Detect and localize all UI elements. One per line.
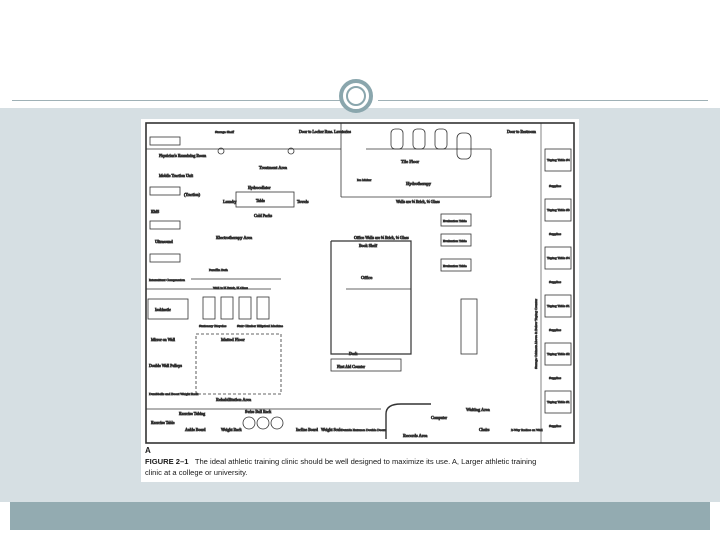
whirlpool-4 [456, 132, 472, 160]
rehab-table-1 [460, 298, 478, 355]
label-chairs: Chairs [479, 427, 490, 432]
figure-caption-text1: The ideal athletic training clinic shoul… [194, 457, 537, 466]
label-physicians-exam: Physician's Examining Room [159, 153, 207, 158]
label-stationary-bicycles: Stationary Bicycles [199, 324, 227, 328]
label-computer-records: Computer [431, 415, 448, 420]
label-tile-floor: Tile Floor [401, 159, 419, 164]
label-ankle-board: Ankle Board [185, 427, 206, 432]
label-ems: EMS [151, 209, 159, 214]
label-weight-scale: Weight Scale [321, 427, 342, 432]
label-mobile-traction: Mobile Traction Unit [159, 173, 194, 178]
label-dumbbells: Dumbbells and Boost Weight Rack [149, 392, 198, 396]
label-records-area: Records Area [403, 433, 427, 438]
label-hydro-table: Table [256, 198, 265, 203]
supplies-label-4: Supplies [549, 328, 562, 332]
label-hydrotherapy: Hydrotherapy [406, 181, 432, 186]
label-icemaker: Ice Maker [357, 178, 372, 182]
swiss-ball-3 [270, 416, 284, 430]
label-rehab-area: Rehabilitation Area [216, 397, 251, 402]
label-office-walls: Office Walls are ½ Brick, ½ Glass [354, 235, 409, 241]
label-matted-floor: Matted Floor [221, 337, 245, 342]
label-stair-climber: Stair Climber [237, 324, 257, 328]
bicycle-1 [202, 296, 216, 320]
label-walls-hydro: Walls are ½ Brick, ½ Glass [396, 199, 440, 205]
label-traction: (Traction) [184, 192, 201, 197]
label-desk: Desk [349, 351, 357, 356]
label-waiting-area: Waiting Area [466, 407, 490, 412]
floor-plan-diagram: Treatment Area Hydrotherapy Tile Floor E… [145, 122, 575, 444]
label-wall-electro: Wall is ½ Brick, ½ Glass [213, 286, 249, 291]
label-weight-rack: Weight Rack [221, 427, 242, 432]
figure-caption-label: FIGURE 2–1 [145, 457, 189, 466]
swiss-ball-2 [256, 416, 270, 430]
label-paraffin-bath: Paraffin Bath [209, 268, 228, 272]
office-wall [330, 240, 412, 355]
label-book-shelf: Book Shelf [359, 243, 378, 248]
label-taping-area: Storage Cabinets Above & Below Taping Co… [534, 298, 538, 369]
decorative-ring-icon [339, 79, 373, 113]
label-evaluation-table-3: Evaluation Table [443, 264, 467, 268]
label-laundry: Laundry [223, 199, 237, 204]
label-two-way-radios: 2-Way Radios on Wall [511, 428, 543, 432]
clinic-outer-wall [145, 122, 575, 444]
treatment-table-1 [149, 136, 181, 146]
figure-caption-line1: FIGURE 2–1 The ideal athletic training c… [145, 457, 536, 466]
treatment-table-2 [149, 186, 181, 196]
supplies-label-6: Supplies [549, 424, 562, 428]
taping-labels: Taping Table #4 Taping Table #3 Taping T… [547, 158, 571, 429]
hydro-table [235, 191, 295, 208]
label-isokinetic: Isokinetic [155, 307, 171, 312]
label-towels: Towels [297, 199, 309, 204]
treatment-table-3 [149, 220, 181, 230]
label-ultrasound: Ultrasound [155, 239, 173, 244]
label-outside-entrance: Outside Entrance Double Doors [341, 428, 386, 432]
label-exercise-table: Exercise Table [151, 420, 175, 425]
taping-table-label-4: Taping Table #1 [547, 304, 570, 308]
label-storage-shelf: Storage Shelf [215, 130, 235, 134]
label-exercise-tubing: Exercise Tubing [179, 411, 205, 416]
header-divider-left [12, 100, 342, 101]
label-incline-board: Incline Board [296, 427, 318, 432]
label-hydrocollator: Hydrocollator [248, 185, 271, 190]
figure-caption-line2: clinic at a college or university. [145, 468, 248, 477]
stair-climber-box [238, 296, 252, 320]
figure-letter: A [145, 446, 151, 455]
taping-table-label-1: Taping Table #4 [547, 158, 570, 162]
taping-table-label-5: Taping Table #2 [547, 352, 570, 356]
whirlpool-3 [434, 128, 448, 150]
supplies-label-3: Supplies [549, 280, 562, 284]
label-electrotherapy: Electrotherapy Area [216, 235, 252, 240]
treatment-table-4 [149, 253, 181, 263]
whirlpool-1 [390, 128, 404, 150]
supplies-label-2: Supplies [549, 232, 562, 236]
label-mirror: Mirror on Wall [151, 337, 176, 342]
label-swiss-ball-rack: Swiss Ball Rack [245, 409, 271, 414]
label-cold-packs: Cold Packs [254, 213, 273, 218]
supplies-label-1: Supplies [549, 184, 562, 188]
swiss-ball-1 [242, 416, 256, 430]
label-evaluation-table-2: Evaluation Table [443, 239, 467, 243]
taping-table-label-6: Taping Table #1 [547, 400, 570, 404]
label-office: Office [361, 275, 372, 280]
header-divider-right [378, 100, 708, 101]
label-treatment-area: Treatment Area [259, 165, 287, 170]
slide-footer-bar [10, 502, 710, 530]
whirlpool-2 [412, 128, 426, 150]
elliptical-box [256, 296, 270, 320]
taping-table-label-2: Taping Table #3 [547, 208, 570, 212]
matted-floor-area [195, 333, 282, 395]
label-elliptical: Elliptical Machine [257, 324, 283, 328]
label-door-restroom: Door to Restroom [507, 129, 537, 134]
bicycle-2 [220, 296, 234, 320]
taping-table-label-3: Taping Table #4 [547, 256, 570, 260]
label-evaluation-table-1: Evaluation Table [443, 219, 467, 223]
floor-plan-figure: Treatment Area Hydrotherapy Tile Floor E… [141, 119, 579, 482]
label-pulleys: Double Wall Pulleys [149, 363, 182, 368]
label-first-aid: First Aid Counter [337, 364, 366, 369]
label-door-locker: Door to Locker Rms. Lavatories [299, 129, 351, 134]
supplies-label-5: Supplies [549, 376, 562, 380]
label-intermittent: Intermittent Compression [149, 278, 185, 282]
